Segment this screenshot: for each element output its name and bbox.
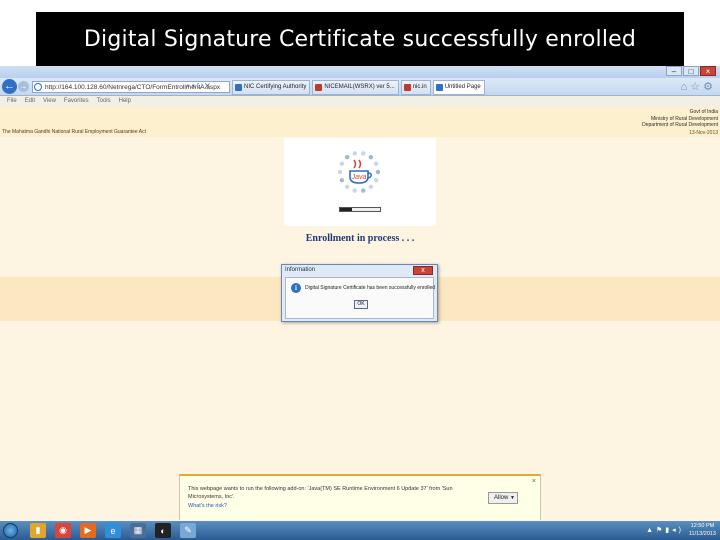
loading-progress-bar [339,207,381,212]
allow-button[interactable]: Allow ▼ [488,492,518,504]
tab-untitled-page[interactable]: Untitled Page [432,80,485,95]
java-loading-panel: Java [284,138,436,226]
addon-infobar: This webpage wants to run the following … [179,474,541,520]
folder-icon[interactable]: ▮ [30,523,46,538]
paint-icon[interactable]: ✎ [180,523,196,538]
clock[interactable]: 12:50 PM 11/13/2013 [689,522,716,538]
dialog-message: Digital Signature Certificate has been s… [305,285,436,291]
slide: Digital Signature Certificate successful… [0,0,720,540]
dialog-body: i Digital Signature Certificate has been… [285,277,436,319]
pinned-app-icon[interactable]: ◐ [155,523,171,538]
dialog-close-icon[interactable]: x [413,266,433,275]
gov-header: The Mahatma Gandhi National Rural Employ… [0,107,720,137]
ie-page-icon [34,83,42,91]
menu-view[interactable]: View [43,96,56,107]
browser-navbar: ← → http://164.100.128.60/Netnrega/CTO/F… [0,78,720,96]
progress-fill [340,208,352,211]
media-player-icon[interactable]: ▶ [80,523,96,538]
window-titlebar: – □ × [0,66,720,78]
internet-explorer-icon[interactable]: e [105,523,121,538]
act-name: The Mahatma Gandhi National Rural Employ… [2,129,146,135]
taskbar-apps: ▮ ◉ ▶ e ▦ ◐ ✎ [30,523,196,538]
information-dialog: Information x i Digital Signature Certif… [281,264,438,322]
menu-file[interactable]: File [7,96,17,107]
tab-favicon [235,84,242,91]
maximize-icon[interactable]: □ [683,66,699,76]
tab-label: nic.in [412,84,427,90]
close-icon[interactable]: × [700,66,716,76]
start-button[interactable] [3,523,18,538]
system-tray-icons[interactable]: ▲⚑▮◂) [646,526,684,534]
minimize-icon[interactable]: – [666,66,682,76]
browser-screenshot: – □ × ← → http://164.100.128.60/Netnrega… [0,66,720,540]
forward-icon[interactable]: → [18,81,29,92]
infobar-message: This webpage wants to run the following … [188,486,453,500]
java-logo-icon: Java [337,151,381,193]
enrollment-status: Enrollment in process . . . [305,233,415,244]
menu-tools[interactable]: Tools [97,96,111,107]
taskbar: ▮ ◉ ▶ e ▦ ◐ ✎ ▲⚑▮◂) 12:50 PM 11/13/2013 [0,521,720,540]
tab-label: NICEMAIL(WSRX) ver 5... [324,84,395,90]
gov-line: Department of Rural Development [642,122,718,128]
tab-favicon [403,84,411,91]
menu-edit[interactable]: Edit [25,96,35,107]
tab-nic-ca[interactable]: NIC Certifying Authority [232,80,311,95]
chevron-down-icon: ▼ [510,495,515,501]
clock-time: 12:50 PM [690,523,715,529]
clock-date: 11/13/2013 [688,531,716,537]
tab-strip: NIC Certifying Authority NICEMAIL(WSRX) … [232,80,485,95]
header-date: 13-Nov-2013 [689,129,718,136]
dialog-title: Information [285,267,316,273]
tab-label: Untitled Page [444,84,481,90]
whats-the-risk-link[interactable]: What's the risk? [188,503,227,509]
menu-favorites[interactable]: Favorites [64,96,89,107]
tab-label: NIC Certifying Authority [244,84,307,90]
ministry-block: Govt of India Ministry of Rural Developm… [642,109,718,136]
window-controls: – □ × [666,66,716,76]
menu-help[interactable]: Help [119,96,131,107]
back-icon[interactable]: ← [2,79,17,94]
tab-nicemail[interactable]: NICEMAIL(WSRX) ver 5... [312,80,399,95]
home-star-gear-icons[interactable]: ⌂☆⚙ [681,80,716,93]
menu-bar: File Edit View Favorites Tools Help [0,96,720,107]
file-explorer-icon[interactable]: ▦ [130,523,146,538]
tab-favicon [435,84,443,91]
svg-text:Java: Java [351,174,367,181]
tab-nic-in[interactable]: nic.in [400,80,431,95]
tab-favicon [315,84,323,91]
ok-button[interactable]: OK [354,300,368,309]
address-tools[interactable]: ⌕ ▾ ↻ ✕ [186,81,210,93]
slide-title: Digital Signature Certificate successful… [36,12,684,66]
allow-label: Allow [494,495,509,501]
chrome-icon[interactable]: ◉ [55,523,71,538]
info-icon: i [291,283,301,293]
infobar-close-icon[interactable]: × [532,478,536,485]
